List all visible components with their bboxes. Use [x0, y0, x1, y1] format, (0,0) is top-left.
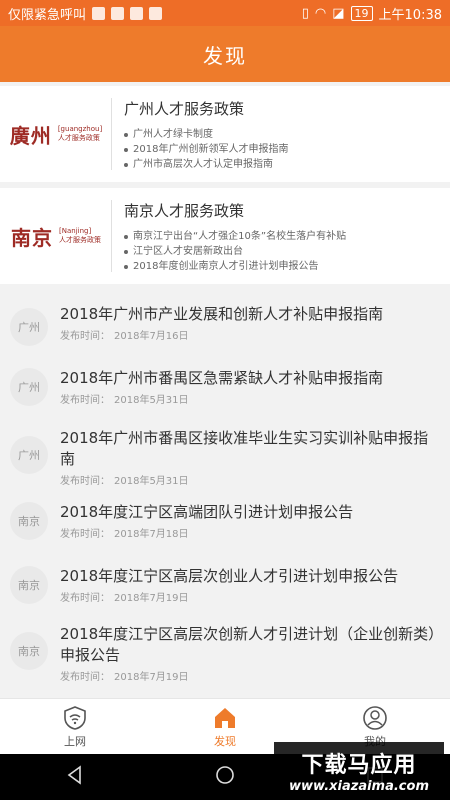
- publish-date: 2018年7月18日: [114, 529, 189, 540]
- news-meta: 发布时间： 2018年5月31日: [60, 472, 440, 487]
- logo-text: 南京: [11, 225, 53, 250]
- user-icon: [363, 706, 387, 730]
- policy-item-text: 江宁区人才安居新政出台: [133, 246, 243, 257]
- policy-card-guangzhou[interactable]: 廣州 [guangzhou] 人才服务政策 广州人才服务政策 广州人才绿卡制度 …: [0, 86, 450, 182]
- circle-icon: [216, 766, 234, 784]
- logo-sub: 人才服务政策: [57, 134, 100, 142]
- app-notification-icon: [130, 6, 144, 20]
- bullet-icon: [124, 264, 128, 269]
- notification-icons: [92, 6, 163, 20]
- city-tag: 广州: [10, 436, 48, 474]
- news-meta: 发布时间： 2018年7月18日: [60, 525, 440, 540]
- publish-label: 发布时间：: [60, 331, 110, 342]
- policy-item-text: 南京江宁出台“人才强企10条”名校生落户有补贴: [133, 231, 347, 242]
- news-meta: 发布时间： 2018年7月19日: [60, 668, 440, 683]
- logo-en: [Nanjing]: [59, 227, 92, 235]
- policy-card-nanjing[interactable]: 南京 [Nanjing] 人才服务政策 南京人才服务政策 南京江宁出台“人才强企…: [0, 188, 450, 284]
- app-notification-icon: [149, 6, 163, 20]
- guangzhou-logo: 廣州 [guangzhou] 人才服务政策: [0, 86, 112, 182]
- back-button[interactable]: [64, 764, 86, 790]
- policy-item-text: 广州人才绿卡制度: [133, 129, 213, 140]
- city-tag: 南京: [10, 566, 48, 604]
- publish-label: 发布时间：: [60, 529, 110, 540]
- watermark-logo: 下载马应用 www.xiazaima.com: [274, 742, 444, 798]
- policy-item-text: 2018年广州创新领军人才申报指南: [133, 144, 289, 155]
- news-meta: 发布时间： 2018年7月16日: [60, 327, 440, 342]
- news-title: 2018年度江宁区高端团队引进计划申报公告: [60, 503, 354, 521]
- battery-icon: 19: [350, 5, 373, 21]
- watermark-title: 下载马应用: [301, 752, 417, 778]
- publish-date: 2018年5月31日: [114, 395, 189, 406]
- logo-text: 廣州: [9, 123, 52, 148]
- vibrate-icon: ▯: [301, 5, 309, 21]
- logo-en: [guangzhou]: [57, 125, 103, 133]
- logo-subtext: [Nanjing] 人才服务政策: [59, 227, 101, 245]
- tab-internet[interactable]: 上网: [0, 699, 150, 755]
- nanjing-logo: 南京 [Nanjing] 人才服务政策: [0, 188, 112, 284]
- city-tag: 广州: [10, 368, 48, 406]
- watermark-url: www.xiazaima.com: [289, 778, 429, 794]
- image-notification-icon: [111, 6, 125, 20]
- city-tag: 广州: [10, 308, 48, 346]
- page-title: 发现: [203, 43, 247, 68]
- publish-label: 发布时间：: [60, 672, 110, 683]
- publish-label: 发布时间：: [60, 593, 110, 604]
- shield-wifi-icon: [64, 706, 86, 730]
- app-notification-icon: [92, 6, 106, 20]
- publish-label: 发布时间：: [60, 395, 110, 406]
- publish-date: 2018年7月19日: [114, 672, 189, 683]
- wifi-icon: ◠: [314, 5, 327, 21]
- publish-label: 发布时间：: [60, 476, 110, 487]
- tab-label: 发现: [214, 735, 236, 748]
- city-tag: 南京: [10, 502, 48, 540]
- news-meta: 发布时间： 2018年5月31日: [60, 391, 440, 406]
- home-button[interactable]: [214, 764, 236, 790]
- policy-item-text: 广州市高层次人才认定申报指南: [133, 159, 273, 170]
- news-title: 2018年度江宁区高层次创新人才引进计划（企业创新类）申报公告: [60, 625, 436, 664]
- no-sim-icon: ◪: [332, 5, 345, 21]
- policy-item[interactable]: 南京江宁出台“人才强企10条”名校生落户有补贴: [124, 229, 450, 244]
- policy-item[interactable]: 江宁区人才安居新政出台: [124, 244, 450, 259]
- bullet-icon: [124, 249, 128, 254]
- clock: 上午10:38: [378, 7, 442, 23]
- home-icon: [215, 708, 235, 728]
- news-title: 2018年广州市产业发展和创新人才补贴申报指南: [60, 305, 384, 323]
- policy-item-text: 2018年度创业南京人才引进计划申报公告: [133, 261, 319, 272]
- bullet-icon: [124, 132, 128, 137]
- logo-subtext: [guangzhou] 人才服务政策: [58, 125, 102, 143]
- policy-title: 广州人才服务政策: [124, 100, 245, 118]
- policy-item[interactable]: 2018年度创业南京人才引进计划申报公告: [124, 259, 450, 274]
- battery-level: 19: [354, 6, 369, 20]
- tab-label: 上网: [64, 735, 86, 748]
- carrier-text: 仅限紧急呼叫: [8, 7, 87, 23]
- status-bar: 仅限紧急呼叫 ▯ ◠ ◪ 19 上午10:38: [0, 0, 450, 26]
- policy-item[interactable]: 广州人才绿卡制度: [124, 127, 450, 142]
- logo-sub: 人才服务政策: [59, 236, 101, 244]
- news-title: 2018年广州市番禺区急需紧缺人才补贴申报指南: [60, 369, 384, 387]
- policy-item[interactable]: 广州市高层次人才认定申报指南: [124, 157, 450, 172]
- policy-item[interactable]: 2018年广州创新领军人才申报指南: [124, 142, 450, 157]
- bullet-icon: [124, 147, 128, 152]
- news-title: 2018年度江宁区高层次创业人才引进计划申报公告: [60, 567, 399, 585]
- back-icon: [67, 765, 81, 785]
- publish-date: 2018年7月16日: [114, 331, 189, 342]
- city-tag: 南京: [10, 632, 48, 670]
- policy-title: 南京人才服务政策: [124, 202, 245, 220]
- app-header: 发现: [0, 26, 450, 82]
- news-meta: 发布时间： 2018年7月19日: [60, 589, 440, 604]
- bullet-icon: [124, 234, 128, 239]
- publish-date: 2018年5月31日: [114, 476, 189, 487]
- publish-date: 2018年7月19日: [114, 593, 189, 604]
- bullet-icon: [124, 162, 128, 167]
- news-title: 2018年广州市番禺区接收准毕业生实习实训补贴申报指南: [60, 429, 429, 468]
